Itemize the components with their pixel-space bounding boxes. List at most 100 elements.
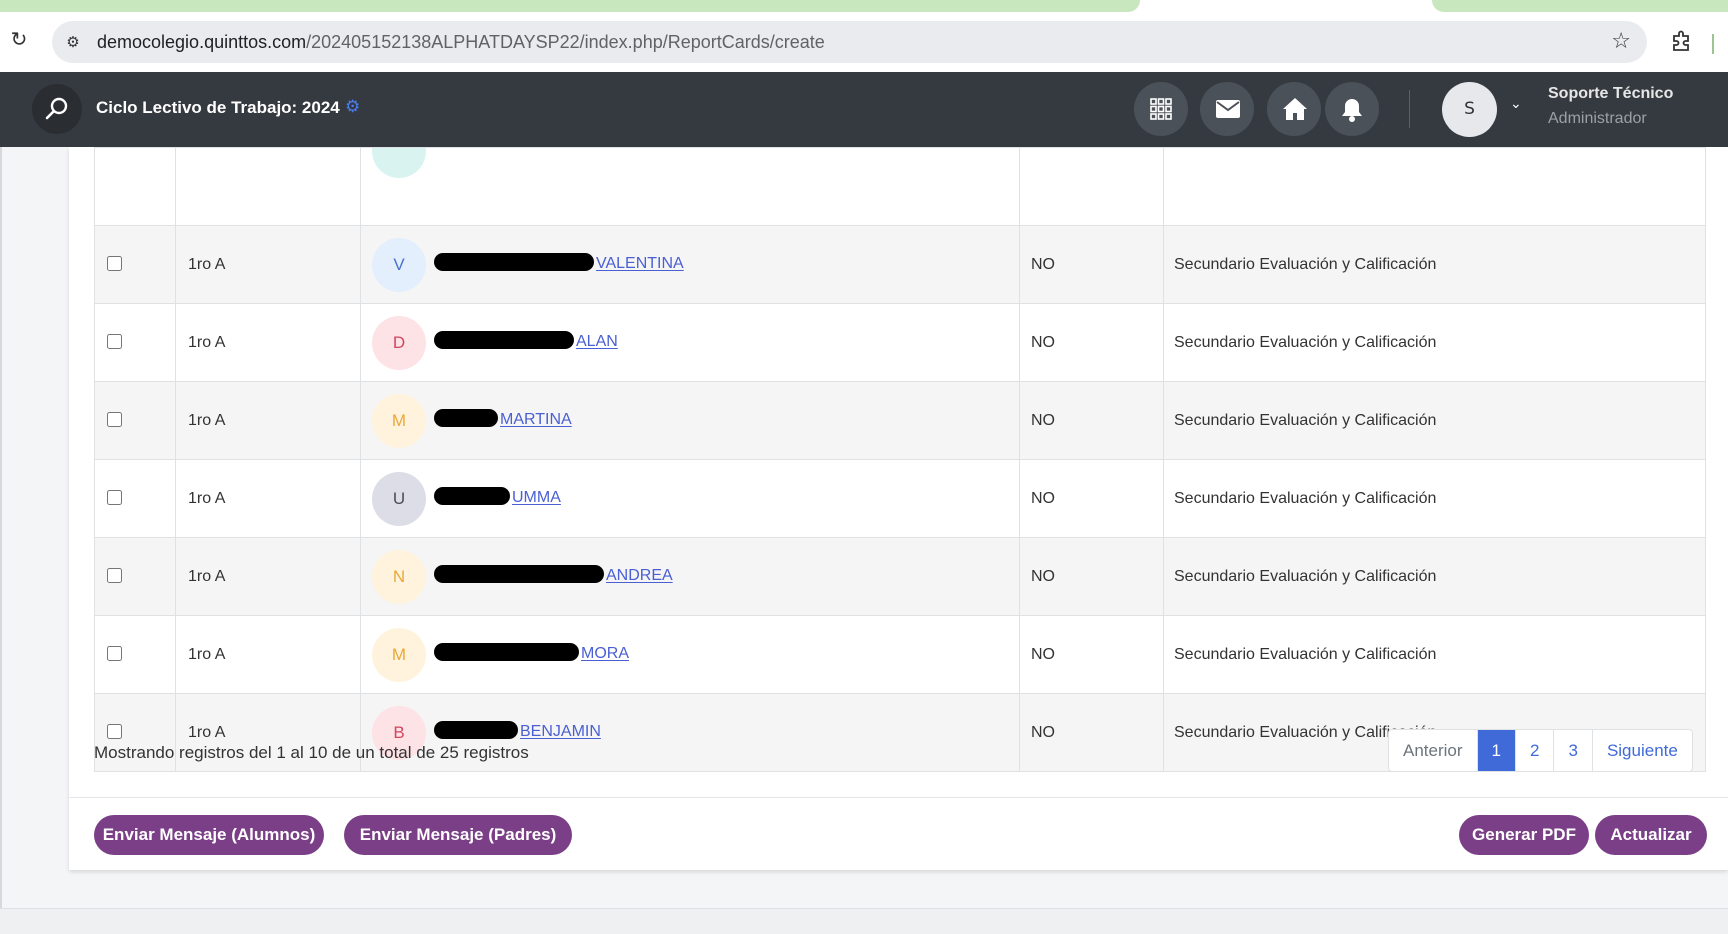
- status-cell: NO: [1019, 537, 1164, 616]
- pagination-page-3[interactable]: 3: [1554, 730, 1593, 771]
- table-row: 1ro A M MORA NO Secundario Evaluación y Cali…: [94, 615, 1706, 694]
- student-name-link[interactable]: ANDREA: [434, 565, 673, 585]
- student-cell: M MARTINA: [360, 381, 1020, 460]
- user-avatar[interactable]: S: [1442, 82, 1497, 137]
- student-name-visible: MORA: [581, 645, 629, 663]
- student-name-link[interactable]: UMMA: [434, 487, 561, 507]
- pagination-page-2[interactable]: 2: [1516, 730, 1555, 771]
- student-avatar: [372, 148, 426, 178]
- page-footer-strip: [0, 908, 1728, 934]
- report-type-cell: Secundario Evaluación y Calificación: [1163, 225, 1706, 304]
- course-cell: 1ro A: [175, 303, 361, 382]
- update-button[interactable]: Actualizar: [1595, 815, 1707, 855]
- table-info: Mostrando registros del 1 al 10 de un to…: [94, 743, 529, 762]
- sidebar-edge: [0, 147, 2, 933]
- url-path: /202405152138ALPHATDAYSP22/index.php/Rep…: [306, 32, 825, 52]
- apps-grid-button[interactable]: [1134, 82, 1188, 136]
- report-type-cell: Secundario Evaluación y Calificación: [1163, 303, 1706, 382]
- student-avatar: M: [372, 627, 426, 682]
- chevron-down-icon[interactable]: ⌄: [1510, 96, 1522, 112]
- course-cell: 1ro A: [175, 225, 361, 304]
- status-cell: NO: [1019, 303, 1164, 382]
- table-row: [94, 147, 1706, 226]
- course-cell: 1ro A: [175, 615, 361, 694]
- row-checkbox[interactable]: [107, 334, 122, 349]
- row-checkbox[interactable]: [107, 412, 122, 427]
- row-select-cell: [94, 381, 176, 460]
- row-checkbox[interactable]: [107, 256, 122, 271]
- search-icon: [45, 97, 68, 120]
- status-cell: NO: [1019, 615, 1164, 694]
- student-name-link[interactable]: VALENTINA: [434, 253, 684, 273]
- extensions-icon[interactable]: [1670, 30, 1692, 52]
- reload-icon[interactable]: ↻: [8, 28, 30, 50]
- bell-icon: [1342, 99, 1362, 122]
- report-type-cell: Secundario Evaluación y Calificación: [1163, 615, 1706, 694]
- site-settings-icon[interactable]: ⚙: [62, 31, 84, 53]
- course-cell: 1ro A: [175, 381, 361, 460]
- report-type-cell: Secundario Evaluación y Calificación: [1163, 459, 1706, 538]
- status-cell: NO: [1019, 225, 1164, 304]
- student-avatar: V: [372, 237, 426, 292]
- user-role: Administrador: [1548, 110, 1647, 127]
- send-message-students-button[interactable]: Enviar Mensaje (Alumnos): [94, 815, 324, 855]
- browser-tab-strip: [0, 0, 1728, 14]
- row-select-cell: [94, 225, 176, 304]
- search-button[interactable]: [32, 84, 82, 134]
- redaction-mark: [434, 721, 518, 740]
- row-checkbox[interactable]: [107, 568, 122, 583]
- address-bar[interactable]: ⚙ democolegio.quinttos.com/202405152138A…: [52, 21, 1647, 63]
- students-table: 1ro A V VALENTINA NO Secundario Evaluación y…: [94, 147, 1706, 772]
- student-name-visible: ALAN: [576, 333, 618, 351]
- course-cell: 1ro A: [175, 459, 361, 538]
- redaction-mark: [434, 409, 498, 428]
- row-select-cell: [94, 537, 176, 616]
- table-row: 1ro A U UMMA NO Secundario Evaluación y Cali…: [94, 459, 1706, 538]
- student-cell: D ALAN: [360, 303, 1020, 382]
- student-avatar: M: [372, 393, 426, 448]
- student-name-visible: VALENTINA: [596, 255, 684, 273]
- status-cell: NO: [1019, 381, 1164, 460]
- user-name[interactable]: Soporte Técnico: [1548, 85, 1673, 103]
- url-text[interactable]: democolegio.quinttos.com/202405152138ALP…: [97, 21, 825, 63]
- browser-tab[interactable]: [1432, 0, 1728, 12]
- table-row: 1ro A V VALENTINA NO Secundario Evaluación y…: [94, 225, 1706, 304]
- student-name-link[interactable]: ALAN: [434, 331, 618, 351]
- envelope-icon: [1216, 100, 1240, 118]
- pagination-page-1[interactable]: 1: [1477, 730, 1516, 771]
- browser-tab[interactable]: [0, 0, 1140, 12]
- redaction-mark: [434, 565, 604, 584]
- report-type-cell: Secundario Evaluación y Calificación: [1163, 537, 1706, 616]
- notifications-button[interactable]: [1325, 82, 1379, 136]
- report-type-cell: Secundario Evaluación y Calificación: [1163, 381, 1706, 460]
- student-cell: V VALENTINA: [360, 225, 1020, 304]
- student-avatar: D: [372, 315, 426, 370]
- student-name-visible: MARTINA: [500, 411, 572, 429]
- row-checkbox[interactable]: [107, 724, 122, 739]
- student-cell: M MORA: [360, 615, 1020, 694]
- pagination-next[interactable]: Siguiente: [1593, 730, 1692, 771]
- pagination-prev[interactable]: Anterior: [1389, 730, 1478, 771]
- divider: [1409, 90, 1410, 128]
- pagination: Anterior 1 2 3 Siguiente: [1388, 729, 1693, 772]
- row-select-cell: [94, 459, 176, 538]
- row-checkbox[interactable]: [107, 646, 122, 661]
- gear-icon[interactable]: ⚙: [345, 98, 363, 116]
- table-row: 1ro A D ALAN NO Secundario Evaluación y Cali…: [94, 303, 1706, 382]
- student-name-link[interactable]: MORA: [434, 643, 629, 663]
- bookmark-star-icon[interactable]: ☆: [1611, 29, 1631, 55]
- page-title: Ciclo Lectivo de Trabajo: 2024: [96, 98, 340, 117]
- student-name-visible: UMMA: [512, 489, 561, 507]
- divider: [1712, 34, 1714, 54]
- generate-pdf-button[interactable]: Generar PDF: [1459, 815, 1589, 855]
- student-name-link[interactable]: MARTINA: [434, 409, 572, 429]
- send-message-parents-button[interactable]: Enviar Mensaje (Padres): [344, 815, 572, 855]
- home-button[interactable]: [1267, 82, 1321, 136]
- student-name-link[interactable]: BENJAMIN: [434, 721, 601, 741]
- messages-button[interactable]: [1200, 82, 1254, 136]
- student-avatar: N: [372, 549, 426, 604]
- status-cell: NO: [1019, 459, 1164, 538]
- grid-icon: [1150, 98, 1172, 120]
- row-checkbox[interactable]: [107, 490, 122, 505]
- student-name-visible: ANDREA: [606, 567, 673, 585]
